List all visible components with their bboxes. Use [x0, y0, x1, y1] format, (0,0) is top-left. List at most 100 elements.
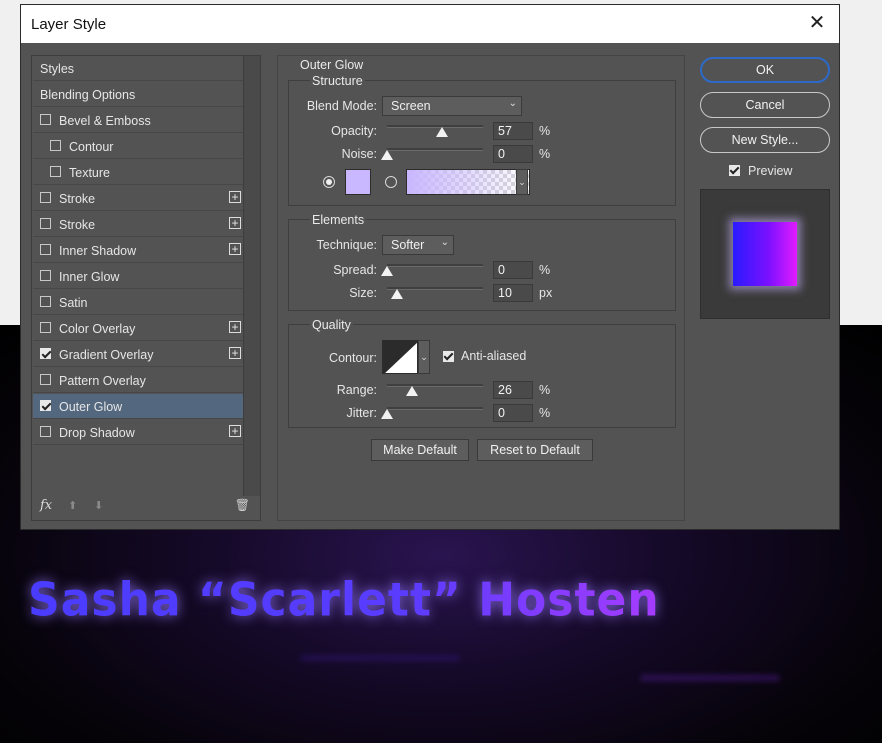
style-item-stroke[interactable]: Stroke + — [33, 212, 244, 237]
size-slider[interactable] — [387, 285, 483, 299]
style-item-stroke[interactable]: Stroke + — [33, 186, 244, 211]
reset-to-default-button[interactable]: Reset to Default — [477, 439, 593, 461]
style-item-label: Bevel & Emboss — [59, 114, 151, 128]
style-item-checkbox[interactable] — [40, 244, 51, 255]
style-item-texture[interactable]: Texture — [33, 160, 244, 185]
style-item-pattern-overlay[interactable]: Pattern Overlay — [33, 368, 244, 393]
style-item-label: Styles — [40, 62, 75, 76]
style-item-color-overlay[interactable]: Color Overlay + — [33, 316, 244, 341]
style-item-inner-shadow[interactable]: Inner Shadow + — [33, 238, 244, 263]
style-item-label: Stroke — [59, 218, 96, 232]
noise-input[interactable]: 0 — [493, 145, 533, 163]
arrow-up-icon[interactable]: ⬆ — [68, 499, 77, 512]
style-item-bevel-emboss[interactable]: Bevel & Emboss — [33, 108, 244, 133]
size-input[interactable]: 10 — [493, 284, 533, 302]
style-item-label: Gradient Overlay — [59, 348, 154, 362]
range-input[interactable]: 26 — [493, 381, 533, 399]
gradient-picker-chevron-icon[interactable]: ⌄ — [516, 169, 528, 195]
anti-aliased-checkbox[interactable] — [443, 351, 454, 362]
ok-button[interactable]: OK — [700, 57, 830, 83]
style-item-gradient-overlay[interactable]: Gradient Overlay + — [33, 342, 244, 367]
style-item-blending-options[interactable]: Blending Options — [33, 82, 244, 107]
style-item-drop-shadow[interactable]: Drop Shadow + — [33, 420, 244, 445]
structure-group: Structure Blend Mode: Screen ⌄ Opacity: … — [288, 74, 676, 206]
make-default-button[interactable]: Make Default — [371, 439, 469, 461]
list-footer: fx ⬆ ⬇ 🗑 — [32, 494, 260, 520]
dialog-title: Layer Style — [31, 16, 107, 33]
blend-mode-select[interactable]: Screen ⌄ — [382, 96, 522, 116]
style-item-label: Color Overlay — [59, 322, 136, 336]
close-icon[interactable]: ✕ — [805, 11, 829, 35]
style-item-label: Inner Shadow — [59, 244, 137, 258]
technique-select[interactable]: Softer ⌄ — [382, 235, 454, 255]
spread-slider[interactable] — [381, 262, 483, 276]
style-item-checkbox[interactable] — [40, 348, 51, 359]
noise-slider[interactable] — [381, 146, 483, 160]
style-item-checkbox[interactable] — [50, 140, 61, 151]
jitter-slider[interactable] — [381, 405, 483, 419]
contour-label: Contour: — [329, 351, 377, 365]
jitter-input[interactable]: 0 — [493, 404, 533, 422]
structure-title: Structure — [310, 74, 365, 88]
contour-picker-chevron-icon[interactable]: ⌄ — [418, 340, 430, 374]
spread-input[interactable]: 0 — [493, 261, 533, 279]
style-item-satin[interactable]: Satin — [33, 290, 244, 315]
glow-gradient-swatch[interactable] — [406, 169, 530, 195]
add-effect-plus-icon[interactable]: + — [229, 321, 241, 333]
technique-label: Technique: — [316, 238, 377, 252]
style-item-outer-glow[interactable]: Outer Glow — [33, 394, 244, 419]
style-item-contour[interactable]: Contour — [33, 134, 244, 159]
gradient-radio[interactable] — [385, 176, 397, 188]
noise-slider-thumb[interactable] — [381, 150, 393, 160]
opacity-slider-thumb[interactable] — [435, 127, 448, 137]
fx-menu-button[interactable]: fx — [40, 498, 52, 513]
opacity-slider[interactable] — [387, 123, 483, 137]
style-item-styles[interactable]: Styles — [33, 56, 244, 81]
size-slider-thumb[interactable] — [390, 289, 403, 299]
range-unit: % — [539, 383, 551, 397]
preview-checkbox[interactable] — [729, 165, 740, 176]
add-effect-plus-icon[interactable]: + — [229, 243, 241, 255]
chevron-down-icon: ⌄ — [508, 98, 517, 109]
cancel-button[interactable]: Cancel — [700, 92, 830, 118]
style-item-checkbox[interactable] — [40, 114, 51, 125]
jitter-slider-thumb[interactable] — [381, 409, 393, 419]
solid-color-radio[interactable] — [323, 176, 335, 188]
style-item-checkbox[interactable] — [40, 374, 51, 385]
noise-label: Noise: — [341, 147, 377, 161]
glow-color-swatch[interactable] — [345, 169, 371, 195]
style-item-label: Contour — [69, 140, 114, 154]
list-scrollbar[interactable] — [243, 56, 260, 496]
title-bar: Layer Style ✕ — [21, 5, 839, 43]
add-effect-plus-icon[interactable]: + — [229, 425, 241, 437]
new-style-button[interactable]: New Style... — [700, 127, 830, 153]
layer-style-dialog: Layer Style ✕ Styles Blending Options Beve… — [20, 4, 840, 530]
blend-mode-value: Screen — [391, 99, 431, 113]
style-item-checkbox[interactable] — [40, 400, 51, 411]
range-slider[interactable] — [387, 382, 483, 396]
style-item-label: Satin — [59, 296, 88, 310]
style-item-label: Inner Glow — [59, 270, 120, 284]
style-item-checkbox[interactable] — [40, 218, 51, 229]
style-item-checkbox[interactable] — [40, 322, 51, 333]
trash-icon[interactable]: 🗑 — [235, 498, 250, 512]
quality-title: Quality — [310, 318, 353, 332]
style-item-checkbox[interactable] — [40, 426, 51, 437]
style-item-checkbox[interactable] — [40, 296, 51, 307]
style-item-inner-glow[interactable]: Inner Glow — [33, 264, 244, 289]
opacity-unit: % — [539, 124, 551, 138]
add-effect-plus-icon[interactable]: + — [229, 217, 241, 229]
add-effect-plus-icon[interactable]: + — [229, 347, 241, 359]
style-item-checkbox[interactable] — [40, 270, 51, 281]
noise-unit: % — [539, 147, 551, 161]
contour-preview[interactable] — [382, 340, 418, 374]
opacity-input[interactable]: 57 — [493, 122, 533, 140]
style-item-checkbox[interactable] — [50, 166, 61, 177]
style-item-checkbox[interactable] — [40, 192, 51, 203]
range-slider-thumb[interactable] — [405, 386, 418, 396]
quality-group: Quality Contour: ⌄ Anti-aliased Range: 2… — [288, 318, 676, 428]
arrow-down-icon[interactable]: ⬇ — [94, 499, 103, 512]
add-effect-plus-icon[interactable]: + — [229, 191, 241, 203]
blend-mode-label: Blend Mode: — [306, 99, 377, 113]
spread-slider-thumb[interactable] — [381, 266, 393, 276]
